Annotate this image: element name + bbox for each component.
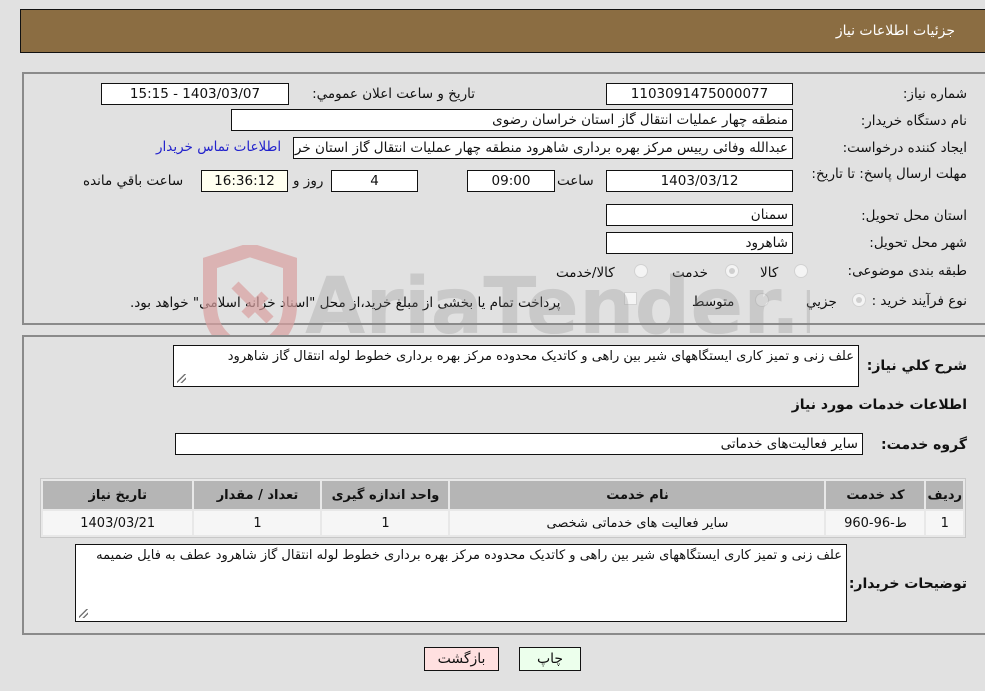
back-button[interactable]: بازگشت <box>424 647 499 671</box>
deadline-time-field: 09:00 <box>467 170 555 192</box>
summary-text: علف زنی و تمیز کاری ایستگاههای شیر بین ر… <box>227 349 854 364</box>
service-group-field: سایر فعالیت‌های خدماتی <box>175 433 863 455</box>
category-option-goods: کالا <box>760 265 779 281</box>
process-radio-minor[interactable] <box>852 293 866 307</box>
cell-service-code: ط-96-960 <box>826 511 925 535</box>
announce-datetime-field: 1403/03/07 - 15:15 <box>101 83 289 105</box>
services-table: رديف کد خدمت نام خدمت واحد اندازه گيری ت… <box>40 478 966 538</box>
announce-datetime-label: تاریخ و ساعت اعلان عمومي: <box>312 86 475 102</box>
table-row: 1 ط-96-960 سایر فعالیت های خدماتی شخصی 1… <box>43 511 963 535</box>
buyer-notes-textarea[interactable]: علف زنی و تمیز کاری ایستگاههای شیر بین ر… <box>75 544 847 622</box>
delivery-province-label: استان محل تحویل: <box>861 208 967 224</box>
deadline-label: مهلت ارسال پاسخ: تا تاریخ: <box>811 166 967 182</box>
summary-textarea[interactable]: علف زنی و تمیز کاری ایستگاههای شیر بین ر… <box>173 345 859 387</box>
process-option-minor: جزيي <box>806 294 837 310</box>
purchase-process-label: نوع فرآيند خريد : <box>871 293 967 309</box>
requester-field: عبدالله وفائی رییس مرکز بهره برداری شاهر… <box>293 137 793 159</box>
cell-service-name: سایر فعالیت های خدماتی شخصی <box>450 511 825 535</box>
category-radio-service[interactable] <box>725 264 739 278</box>
requester-label: ايجاد کننده درخواست: <box>842 140 967 156</box>
days-remaining-field: 4 <box>331 170 418 192</box>
resize-grip-icon[interactable] <box>177 374 186 383</box>
buyer-notes-label: توضيحات خريدار: <box>848 576 967 592</box>
deadline-time-label: ساعت <box>557 173 594 189</box>
need-number-field: 1103091475000077 <box>606 83 793 105</box>
process-radio-medium[interactable] <box>755 293 769 307</box>
category-radio-goods-service[interactable] <box>634 264 648 278</box>
days-suffix: روز و <box>293 173 324 189</box>
treasury-note: پرداخت تمام يا بخشی از مبلغ خريد،از محل … <box>130 295 561 311</box>
category-option-service: خدمت <box>672 265 708 281</box>
cell-unit: 1 <box>322 511 449 535</box>
cell-row-number: 1 <box>926 511 963 535</box>
col-need-date: تاريخ نياز <box>43 481 193 509</box>
col-service-name: نام خدمت <box>450 481 825 509</box>
cell-quantity: 1 <box>194 511 321 535</box>
time-remaining-suffix: ساعت باقي مانده <box>83 173 184 189</box>
process-option-medium: متوسط <box>692 294 735 310</box>
category-radio-goods[interactable] <box>794 264 808 278</box>
service-group-label: گروه خدمت: <box>881 437 967 453</box>
page-title: جزئیات اطلاعات نیاز <box>835 23 955 39</box>
col-quantity: تعداد / مقدار <box>194 481 321 509</box>
cell-need-date: 1403/03/21 <box>43 511 193 535</box>
buyer-notes-text: علف زنی و تمیز کاری ایستگاههای شیر بین ر… <box>96 548 842 563</box>
services-heading: اطلاعات خدمات مورد نياز <box>791 397 967 413</box>
table-header-row: رديف کد خدمت نام خدمت واحد اندازه گيری ت… <box>43 481 963 509</box>
category-option-goods-service: کالا/خدمت <box>556 265 615 281</box>
deadline-date-field: 1403/03/12 <box>606 170 793 192</box>
page-header: جزئیات اطلاعات نیاز <box>20 9 985 53</box>
summary-label: شرح كلي نياز: <box>866 358 967 374</box>
delivery-city-field: شاهرود <box>606 232 793 254</box>
need-number-label: شماره نیاز: <box>902 86 967 102</box>
treasury-checkbox[interactable] <box>624 292 637 305</box>
delivery-province-field: سمنان <box>606 204 793 226</box>
print-button[interactable]: چاپ <box>519 647 581 671</box>
col-unit: واحد اندازه گيری <box>322 481 449 509</box>
col-row-number: رديف <box>926 481 963 509</box>
buyer-org-label: نام دستگاه خريدار: <box>860 113 967 129</box>
resize-grip-icon[interactable] <box>79 609 88 618</box>
buyer-org-field: منطقه چهار عملیات انتقال گاز استان خراسا… <box>231 109 793 131</box>
col-service-code: کد خدمت <box>826 481 925 509</box>
delivery-city-label: شهر محل تحویل: <box>869 235 967 251</box>
category-label: طبقه بندی موضوعی: <box>847 263 967 279</box>
time-remaining-field: 16:36:12 <box>201 170 288 192</box>
buyer-contact-link[interactable]: اطلاعات تماس خريدار <box>156 139 281 155</box>
